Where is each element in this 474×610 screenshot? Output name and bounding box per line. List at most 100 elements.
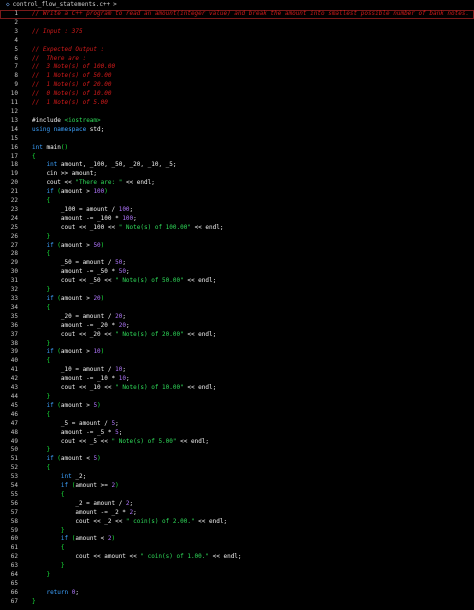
code-token: return: [46, 588, 72, 596]
line-number: 7: [14, 63, 18, 71]
code-line[interactable]: 62 cout << amount << " coin(s) of 1.00."…: [0, 553, 474, 562]
line-number: 46: [10, 410, 18, 418]
code-token: // Write a C++ program to read an amount…: [32, 10, 470, 17]
code-token: ;: [118, 428, 123, 436]
code-text: _5 = amount / 5;: [32, 420, 119, 429]
code-line[interactable]: 45 if (amount > 5): [0, 402, 474, 411]
code-line[interactable]: 11 // 1 Note(s) of 5.00: [0, 99, 474, 108]
code-line[interactable]: 44 }: [0, 393, 474, 402]
code-line[interactable]: 6 // There are :: [0, 55, 474, 64]
code-line[interactable]: 66 return 0;: [0, 589, 474, 598]
code-line[interactable]: 38 }: [0, 340, 474, 349]
code-line[interactable]: 15: [0, 135, 474, 144]
code-line[interactable]: 9 // 1 Note(s) of 20.00: [0, 81, 474, 90]
code-text: }: [32, 527, 65, 536]
code-token: ;: [133, 214, 137, 222]
code-line[interactable]: 18 int amount, _100, _50, _20, _10, _5;: [0, 161, 474, 170]
code-line[interactable]: 16 int main(): [0, 144, 474, 153]
code-text: _50 = amount / 50;: [32, 259, 126, 268]
code-line[interactable]: 32 }: [0, 286, 474, 295]
line-number: 38: [10, 339, 18, 347]
code-line[interactable]: 53 int _2;: [0, 473, 474, 482]
code-line[interactable]: 46 {: [0, 411, 474, 420]
code-line[interactable]: 30 amount -= _50 * 50;: [0, 268, 474, 277]
code-line[interactable]: 23 _100 = amount / 100;: [0, 206, 474, 215]
code-token: cin >> amount;: [32, 170, 98, 178]
code-line[interactable]: 65: [0, 580, 474, 589]
code-line[interactable]: 17 {: [0, 153, 474, 162]
code-line[interactable]: 21 if (amount > 100): [0, 188, 474, 197]
code-text: amount -= _20 * 20;: [32, 322, 130, 331]
code-line[interactable]: 64 }: [0, 571, 474, 580]
code-line[interactable]: 67}: [0, 598, 474, 607]
code-line[interactable]: 8 // 1 Note(s) of 50.00: [0, 72, 474, 81]
line-number: 11: [10, 99, 18, 107]
code-line[interactable]: 37 cout << _20 << " Note(s) of 20.00" <<…: [0, 331, 474, 340]
code-line[interactable]: 12: [0, 108, 474, 117]
code-text: // 1 Note(s) of 20.00: [32, 81, 111, 90]
code-line[interactable]: 41 _10 = amount / 10;: [0, 366, 474, 375]
code-text: amount -= _10 * 10;: [32, 375, 130, 384]
code-line[interactable]: 58 cout << _2 << " coin(s) of 2.00." << …: [0, 518, 474, 527]
chevron-right-icon[interactable]: >: [113, 0, 117, 10]
code-line[interactable]: 4: [0, 37, 474, 46]
line-number: 52: [10, 464, 18, 472]
code-line[interactable]: 55 {: [0, 491, 474, 500]
code-line[interactable]: 10 // 0 Note(s) of 10.00: [0, 90, 474, 99]
code-line[interactable]: 51 if (amount < 5): [0, 455, 474, 464]
code-line[interactable]: 61 {: [0, 544, 474, 553]
code-line[interactable]: 31 cout << _50 << " Note(s) of 50.00" <<…: [0, 277, 474, 286]
line-number: 66: [10, 588, 18, 596]
code-line[interactable]: 63 }: [0, 562, 474, 571]
code-text: cout << "There are: " << endl;: [32, 179, 154, 188]
code-line[interactable]: 20 cout << "There are: " << endl;: [0, 179, 474, 188]
code-editor[interactable]: 1 // Write a C++ program to read an amoun…: [0, 10, 474, 610]
code-token: // Expected Output :: [32, 45, 105, 53]
code-line[interactable]: 28 {: [0, 250, 474, 259]
code-line[interactable]: 48 amount -= _5 * 5;: [0, 429, 474, 438]
code-line[interactable]: 43 cout << _10 << " Note(s) of 10.00" <<…: [0, 384, 474, 393]
code-line[interactable]: 14 using namespace std;: [0, 126, 474, 135]
code-line[interactable]: 36 amount -= _20 * 20;: [0, 322, 474, 331]
code-line[interactable]: 1 // Write a C++ program to read an amoun…: [0, 10, 474, 19]
code-line[interactable]: 49 cout << _5 << " Note(s) of 5.00" << e…: [0, 438, 474, 447]
code-line[interactable]: 27 if (amount > 50): [0, 242, 474, 251]
code-line[interactable]: 56 _2 = amount / 2;: [0, 500, 474, 509]
breadcrumb-file-name[interactable]: control_flow_statements.c++: [13, 0, 111, 10]
code-token: amount -= _50 *: [32, 268, 119, 276]
code-line[interactable]: 25 cout << _100 << " Note(s) of 100.00" …: [0, 224, 474, 233]
code-line[interactable]: 47 _5 = amount / 5;: [0, 420, 474, 429]
code-line[interactable]: 50 }: [0, 446, 474, 455]
code-line[interactable]: 5 // Expected Output :: [0, 46, 474, 55]
code-text: int main(): [32, 144, 68, 153]
code-line[interactable]: 13 #include <iostream>: [0, 117, 474, 126]
code-line[interactable]: 26 }: [0, 233, 474, 242]
code-token: amount >: [60, 241, 94, 249]
code-line[interactable]: 24 amount -= _100 * 100;: [0, 215, 474, 224]
code-line[interactable]: 39 if (amount > 10): [0, 348, 474, 357]
code-token: ): [100, 241, 105, 249]
code-line[interactable]: 54 if (amount >= 2): [0, 482, 474, 491]
code-line[interactable]: 57 amount -= _2 * 2;: [0, 509, 474, 518]
code-token: {: [60, 490, 65, 498]
code-line[interactable]: 29 _50 = amount / 50;: [0, 259, 474, 268]
code-line[interactable]: 52 {: [0, 464, 474, 473]
code-line[interactable]: 19 cin >> amount;: [0, 170, 474, 179]
code-line[interactable]: 3 // Input : 375: [0, 28, 474, 37]
code-line[interactable]: 59 }: [0, 527, 474, 536]
code-line[interactable]: 2: [0, 19, 474, 28]
code-line[interactable]: 35 _20 = amount / 20;: [0, 313, 474, 322]
code-line[interactable]: 60 if (amount < 2): [0, 535, 474, 544]
code-token: << endl;: [190, 223, 224, 231]
code-line[interactable]: 33 if (amount > 20): [0, 295, 474, 304]
code-line[interactable]: 22 {: [0, 197, 474, 206]
code-line[interactable]: 42 amount -= _10 * 10;: [0, 375, 474, 384]
code-line[interactable]: 7 // 3 Note(s) of 100.00: [0, 63, 474, 72]
code-text: cout << _2 << " coin(s) of 2.00." << end…: [32, 518, 227, 527]
code-line[interactable]: 40 {: [0, 357, 474, 366]
code-line[interactable]: 34 {: [0, 304, 474, 313]
code-token: ;: [122, 259, 126, 267]
